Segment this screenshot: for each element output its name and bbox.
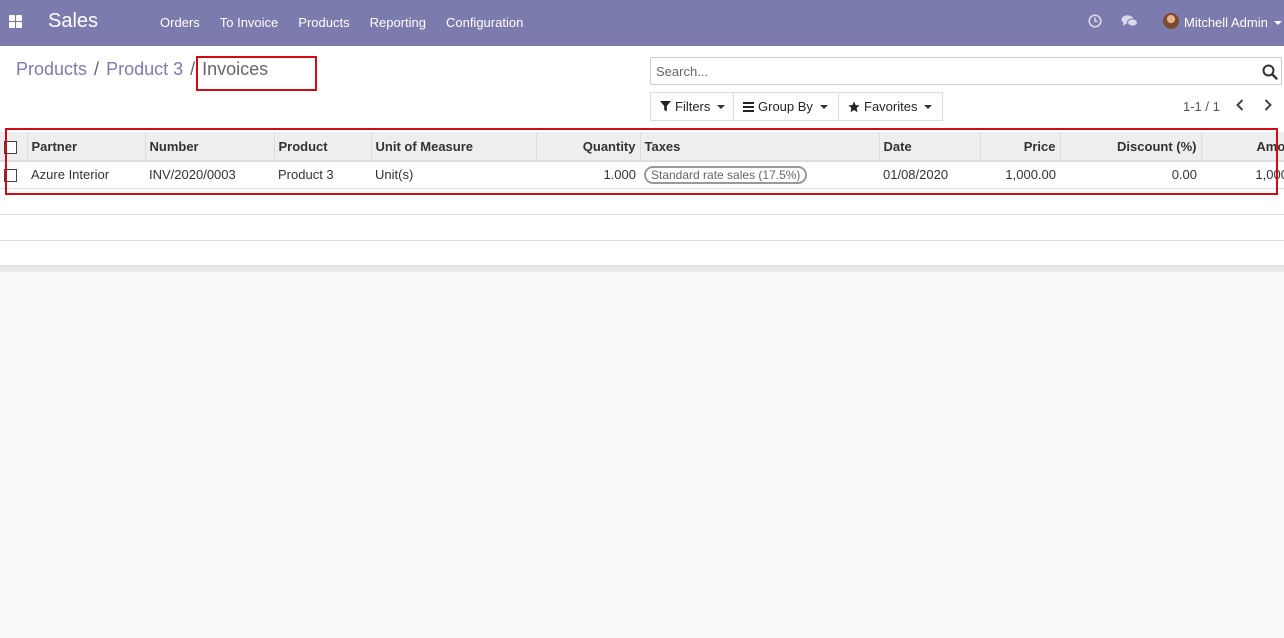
row-select-cell xyxy=(0,161,27,189)
cell-product: Product 3 xyxy=(274,161,371,189)
search-input[interactable] xyxy=(651,58,1251,84)
favorites-label: Favorites xyxy=(864,99,918,114)
cell-partner: Azure Interior xyxy=(27,161,145,189)
avatar[interactable] xyxy=(1163,13,1179,29)
tax-badge: Standard rate sales (17.5%) xyxy=(644,165,808,184)
cell-date: 01/08/2020 xyxy=(879,161,980,189)
breadcrumb-separator: / xyxy=(190,59,196,79)
content-background xyxy=(0,272,1284,638)
filter-icon xyxy=(660,101,671,112)
search-icon[interactable] xyxy=(1262,64,1278,80)
caret-down-icon xyxy=(717,104,726,109)
list-footer-band xyxy=(0,265,1284,272)
table-header: Partner Number Product Unit of Measure Q… xyxy=(0,132,1284,162)
top-navbar: Sales Orders To Invoice Products Reporti… xyxy=(0,0,1284,46)
page-title: Invoices xyxy=(202,59,269,79)
breadcrumb: Products / Product 3 / Invoices xyxy=(16,59,268,80)
search-box xyxy=(650,57,1282,85)
user-menu[interactable]: Mitchell Admin xyxy=(1184,15,1268,30)
column-taxes[interactable]: Taxes xyxy=(640,132,880,162)
column-partner[interactable]: Partner xyxy=(27,132,146,162)
column-amount[interactable]: Amount xyxy=(1201,132,1284,162)
caret-down-icon xyxy=(819,104,828,109)
filters-button[interactable]: Filters xyxy=(650,92,734,121)
row-checkbox[interactable] xyxy=(4,169,17,183)
column-product[interactable]: Product xyxy=(274,132,372,162)
invoice-list: Partner Number Product Unit of Measure Q… xyxy=(0,132,1284,272)
cell-discount: 0.00 xyxy=(1060,161,1201,189)
menu-reporting[interactable]: Reporting xyxy=(360,0,436,46)
empty-cell xyxy=(0,188,1284,215)
empty-row xyxy=(0,240,1284,267)
cell-price: 1,000.00 xyxy=(980,161,1060,189)
cell-quantity: 1.000 xyxy=(536,161,640,189)
apps-menu-icon[interactable] xyxy=(9,15,23,29)
breadcrumb-separator: / xyxy=(94,59,100,79)
column-date[interactable]: Date xyxy=(879,132,981,162)
chevron-left-icon[interactable] xyxy=(1234,98,1246,112)
breadcrumb-products[interactable]: Products xyxy=(16,59,87,80)
group-by-button[interactable]: Group By xyxy=(733,92,839,121)
column-uom[interactable]: Unit of Measure xyxy=(371,132,537,162)
bars-icon xyxy=(743,101,754,112)
chevron-down-icon[interactable] xyxy=(1274,21,1282,25)
cell-number: INV/2020/0003 xyxy=(145,161,274,189)
chat-icon[interactable] xyxy=(1121,14,1138,28)
menu-configuration[interactable]: Configuration xyxy=(436,0,533,46)
cell-amount: 1,000.00 xyxy=(1201,161,1284,189)
table-row[interactable]: Azure Interior INV/2020/0003 Product 3 U… xyxy=(0,161,1284,189)
select-all-cell xyxy=(0,132,28,162)
favorites-button[interactable]: Favorites xyxy=(838,92,943,121)
main-menu: Orders To Invoice Products Reporting Con… xyxy=(150,0,533,46)
select-all-checkbox[interactable] xyxy=(4,140,17,154)
control-panel: Products / Product 3 / Invoices Filters … xyxy=(0,46,1284,132)
clock-icon[interactable] xyxy=(1088,14,1102,28)
star-icon xyxy=(848,100,860,112)
chevron-right-icon[interactable] xyxy=(1262,98,1274,112)
group-by-label: Group By xyxy=(758,99,813,114)
empty-row xyxy=(0,188,1284,215)
filters-label: Filters xyxy=(675,99,711,114)
menu-to-invoice[interactable]: To Invoice xyxy=(210,0,289,46)
empty-cell xyxy=(0,240,1284,267)
menu-orders[interactable]: Orders xyxy=(150,0,210,46)
menu-products[interactable]: Products xyxy=(288,0,359,46)
caret-down-icon xyxy=(924,104,933,109)
breadcrumb-product-3[interactable]: Product 3 xyxy=(106,59,183,80)
cell-taxes: Standard rate sales (17.5%) xyxy=(640,161,879,189)
empty-row xyxy=(0,214,1284,241)
app-name[interactable]: Sales xyxy=(48,10,98,33)
empty-cell xyxy=(0,214,1284,241)
column-discount[interactable]: Discount (%) xyxy=(1060,132,1202,162)
column-quantity[interactable]: Quantity xyxy=(536,132,641,162)
cell-uom: Unit(s) xyxy=(371,161,536,189)
pager-value[interactable]: 1-1 / 1 xyxy=(1183,99,1220,114)
invoice-table: Partner Number Product Unit of Measure Q… xyxy=(0,132,1284,267)
column-number[interactable]: Number xyxy=(145,132,275,162)
column-price[interactable]: Price xyxy=(980,132,1061,162)
